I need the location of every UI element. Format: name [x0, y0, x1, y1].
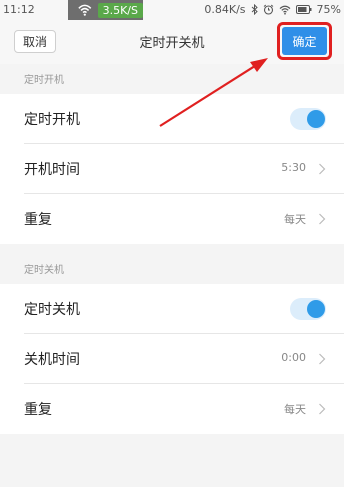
status-bar: 11:12 3.5K/S 0.84K/s 75%: [0, 0, 344, 20]
power-off-time-row[interactable]: 关机时间 0:00: [0, 334, 344, 384]
chevron-right-icon: [319, 403, 326, 415]
power-on-time-value: 5:30: [281, 161, 306, 174]
section-title-power-on: 定时开机: [24, 75, 64, 86]
power-off-repeat-value: 每天: [284, 403, 306, 416]
power-on-repeat-label: 重复: [24, 212, 52, 228]
network-speed: 0.84K/s: [204, 3, 246, 16]
status-time: 11:12: [3, 3, 35, 16]
chevron-right-icon: [319, 213, 326, 225]
network-speed-badge-value: 3.5K/S: [97, 2, 143, 18]
power-on-time-label: 开机时间: [24, 162, 80, 178]
power-off-time-label: 关机时间: [24, 352, 80, 368]
chevron-right-icon: [319, 353, 326, 365]
status-indicators: 0.84K/s 75%: [204, 3, 341, 16]
power-off-group: 定时关机 关机时间 0:00 重复 每天: [0, 284, 344, 434]
power-off-toggle[interactable]: [290, 298, 326, 320]
wifi-icon: [279, 5, 290, 15]
annotation-arrow-icon: [159, 58, 268, 127]
toggle-knob: [307, 110, 325, 128]
power-off-toggle-row[interactable]: 定时关机: [0, 284, 344, 334]
power-on-toggle-label: 定时开机: [24, 112, 80, 128]
power-on-repeat-value: 每天: [284, 213, 306, 226]
network-speed-badge: 3.5K/S: [68, 0, 143, 20]
bluetooth-icon: [251, 4, 258, 15]
confirm-button[interactable]: 确定: [282, 27, 327, 55]
alarm-icon: [263, 4, 273, 15]
power-on-repeat-row[interactable]: 重复 每天: [0, 194, 344, 244]
toggle-knob: [307, 300, 325, 318]
power-off-repeat-row[interactable]: 重复 每天: [0, 384, 344, 434]
wifi-icon: [78, 4, 92, 16]
battery-level: 75%: [316, 3, 341, 16]
battery-icon: [295, 5, 312, 14]
power-off-repeat-label: 重复: [24, 402, 52, 418]
section-title-power-off: 定时关机: [24, 265, 64, 276]
power-off-toggle-label: 定时关机: [24, 302, 80, 318]
power-off-time-value: 0:00: [281, 351, 306, 364]
power-on-toggle[interactable]: [290, 108, 326, 130]
section-header-power-off: 定时关机: [0, 254, 344, 284]
chevron-right-icon: [319, 163, 326, 175]
power-on-time-row[interactable]: 开机时间 5:30: [0, 144, 344, 194]
